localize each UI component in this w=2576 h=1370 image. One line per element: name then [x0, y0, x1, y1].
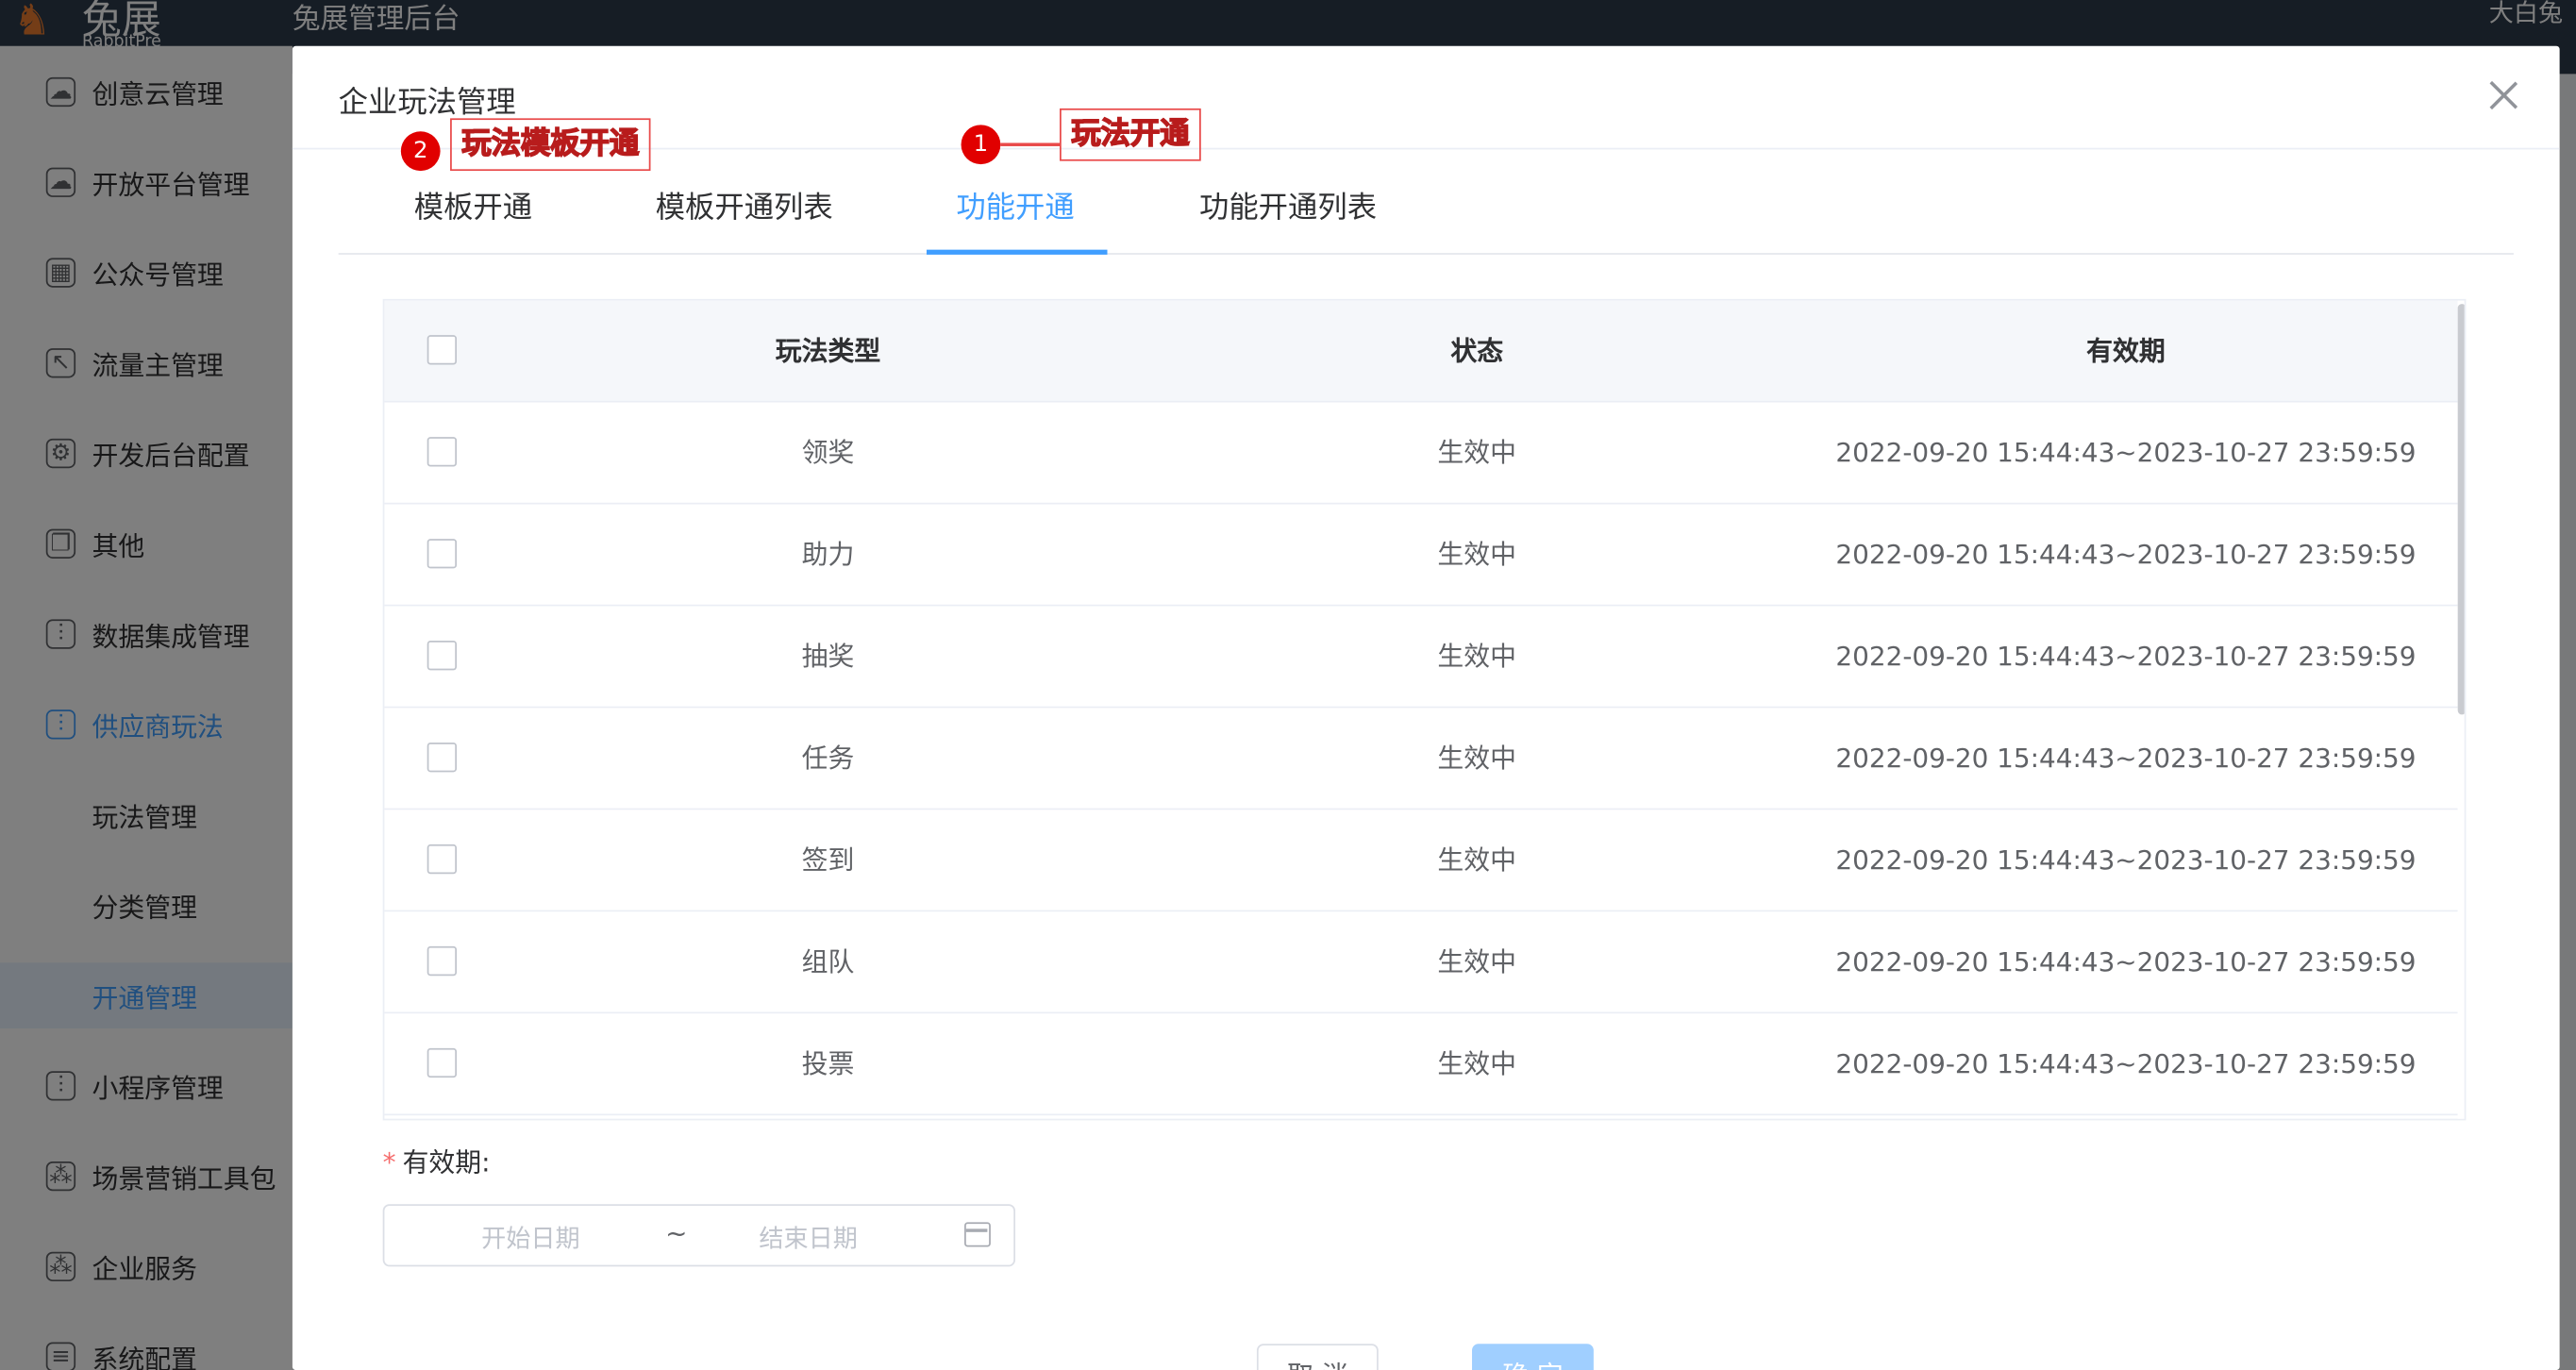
cell-type: 签到: [801, 844, 855, 877]
calendar-icon[interactable]: [964, 1222, 991, 1247]
row-checkbox[interactable]: [427, 844, 458, 875]
dialog-title: 企业玩法管理: [338, 85, 516, 121]
column-header-type: 玩法类型: [775, 335, 881, 367]
range-separator: ~: [665, 1217, 688, 1249]
cell-type: 任务: [801, 742, 855, 775]
cell-period: 2022-09-20 15:44:43~2023-10-27 23:59:59: [1835, 1047, 2417, 1079]
required-mark: *: [382, 1146, 396, 1178]
row-checkbox[interactable]: [427, 742, 458, 773]
annotation-label-2: 玩法模板开通: [450, 118, 651, 172]
annotation-badge-2: 2: [400, 131, 441, 172]
cell-period: 2022-09-20 15:44:43~2023-10-27 23:59:59: [1835, 742, 2417, 775]
table-row[interactable]: 投票 生效中 2022-09-20 15:44:43~2023-10-27 23…: [384, 1013, 2458, 1116]
validity-label: * 有效期:: [382, 1146, 491, 1178]
cell-status: 生效中: [1437, 1047, 1517, 1079]
cell-type: 组队: [801, 945, 855, 977]
start-date-input[interactable]: 开始日期: [481, 1221, 579, 1256]
row-checkbox[interactable]: [427, 641, 458, 671]
tab-template-activation-list[interactable]: 模板开通列表: [656, 184, 833, 226]
enterprise-play-dialog: 企业玩法管理 模板开通 模板开通列表 功能开通 功能开通列表 2 玩法模板开通 …: [292, 45, 2560, 1370]
row-checkbox[interactable]: [427, 945, 458, 977]
table-row[interactable]: 领奖 生效中 2022-09-20 15:44:43~2023-10-27 23…: [384, 402, 2458, 505]
table-row[interactable]: 抽奖 生效中 2022-09-20 15:44:43~2023-10-27 23…: [384, 606, 2458, 709]
annotation-badge-1: 1: [961, 125, 1001, 165]
play-table: 玩法类型 状态 有效期 领奖 生效中 2022-09-20 15:44:43~2…: [382, 298, 2467, 1121]
tab-bar: 模板开通 模板开通列表 功能开通 功能开通列表: [338, 164, 2514, 255]
cell-period: 2022-09-20 15:44:43~2023-10-27 23:59:59: [1835, 641, 2417, 673]
cell-status: 生效中: [1437, 641, 1517, 673]
close-icon[interactable]: [2487, 79, 2520, 112]
table-header: 玩法类型 状态 有效期: [384, 300, 2458, 403]
end-date-input[interactable]: 结束日期: [759, 1221, 857, 1256]
active-tab-indicator: [926, 249, 1108, 255]
cell-period: 2022-09-20 15:44:43~2023-10-27 23:59:59: [1835, 945, 2417, 977]
tab-feature-activation[interactable]: 功能开通: [956, 184, 1074, 226]
cell-period: 2022-09-20 15:44:43~2023-10-27 23:59:59: [1835, 539, 2417, 571]
cell-period: 2022-09-20 15:44:43~2023-10-27 23:59:59: [1835, 437, 2417, 469]
table-row[interactable]: 组队 生效中 2022-09-20 15:44:43~2023-10-27 23…: [384, 911, 2458, 1014]
annotation-leader-1: [1000, 142, 1061, 146]
app-window: ♞ 兔展 RabbitPre 兔展管理后台 大白兔 ☁创意云管理 ☁开放平台管理…: [0, 0, 2576, 1370]
tab-template-activation[interactable]: 模板开通: [414, 184, 532, 226]
date-range-picker[interactable]: 开始日期 ~ 结束日期: [382, 1204, 1015, 1267]
cell-status: 生效中: [1437, 844, 1517, 877]
select-all-checkbox[interactable]: [427, 335, 458, 365]
row-checkbox[interactable]: [427, 1047, 458, 1078]
cell-status: 生效中: [1437, 945, 1517, 977]
tab-feature-activation-list[interactable]: 功能开通列表: [1199, 184, 1377, 226]
column-header-status: 状态: [1450, 335, 1504, 367]
cancel-button[interactable]: 取 消: [1256, 1344, 1379, 1370]
column-header-period: 有效期: [2086, 335, 2166, 367]
cell-status: 生效中: [1437, 437, 1517, 469]
cell-status: 生效中: [1437, 539, 1517, 571]
table-row[interactable]: 签到 生效中 2022-09-20 15:44:43~2023-10-27 23…: [384, 810, 2458, 912]
row-checkbox[interactable]: [427, 539, 458, 569]
table-scrollbar-thumb[interactable]: [2457, 304, 2465, 715]
annotation-label-1: 玩法开通: [1060, 108, 1201, 161]
row-checkbox[interactable]: [427, 437, 458, 467]
confirm-button[interactable]: 确 定: [1472, 1344, 1594, 1370]
cell-type: 投票: [801, 1047, 855, 1079]
table-row[interactable]: 助力 生效中 2022-09-20 15:44:43~2023-10-27 23…: [384, 504, 2458, 607]
table-row[interactable]: 任务 生效中 2022-09-20 15:44:43~2023-10-27 23…: [384, 708, 2458, 810]
cell-type: 抽奖: [801, 641, 855, 673]
cell-period: 2022-09-20 15:44:43~2023-10-27 23:59:59: [1835, 844, 2417, 877]
cell-type: 领奖: [801, 437, 855, 469]
table-scrollbar[interactable]: [2457, 300, 2465, 1119]
cell-status: 生效中: [1437, 742, 1517, 775]
cell-type: 助力: [801, 539, 855, 571]
